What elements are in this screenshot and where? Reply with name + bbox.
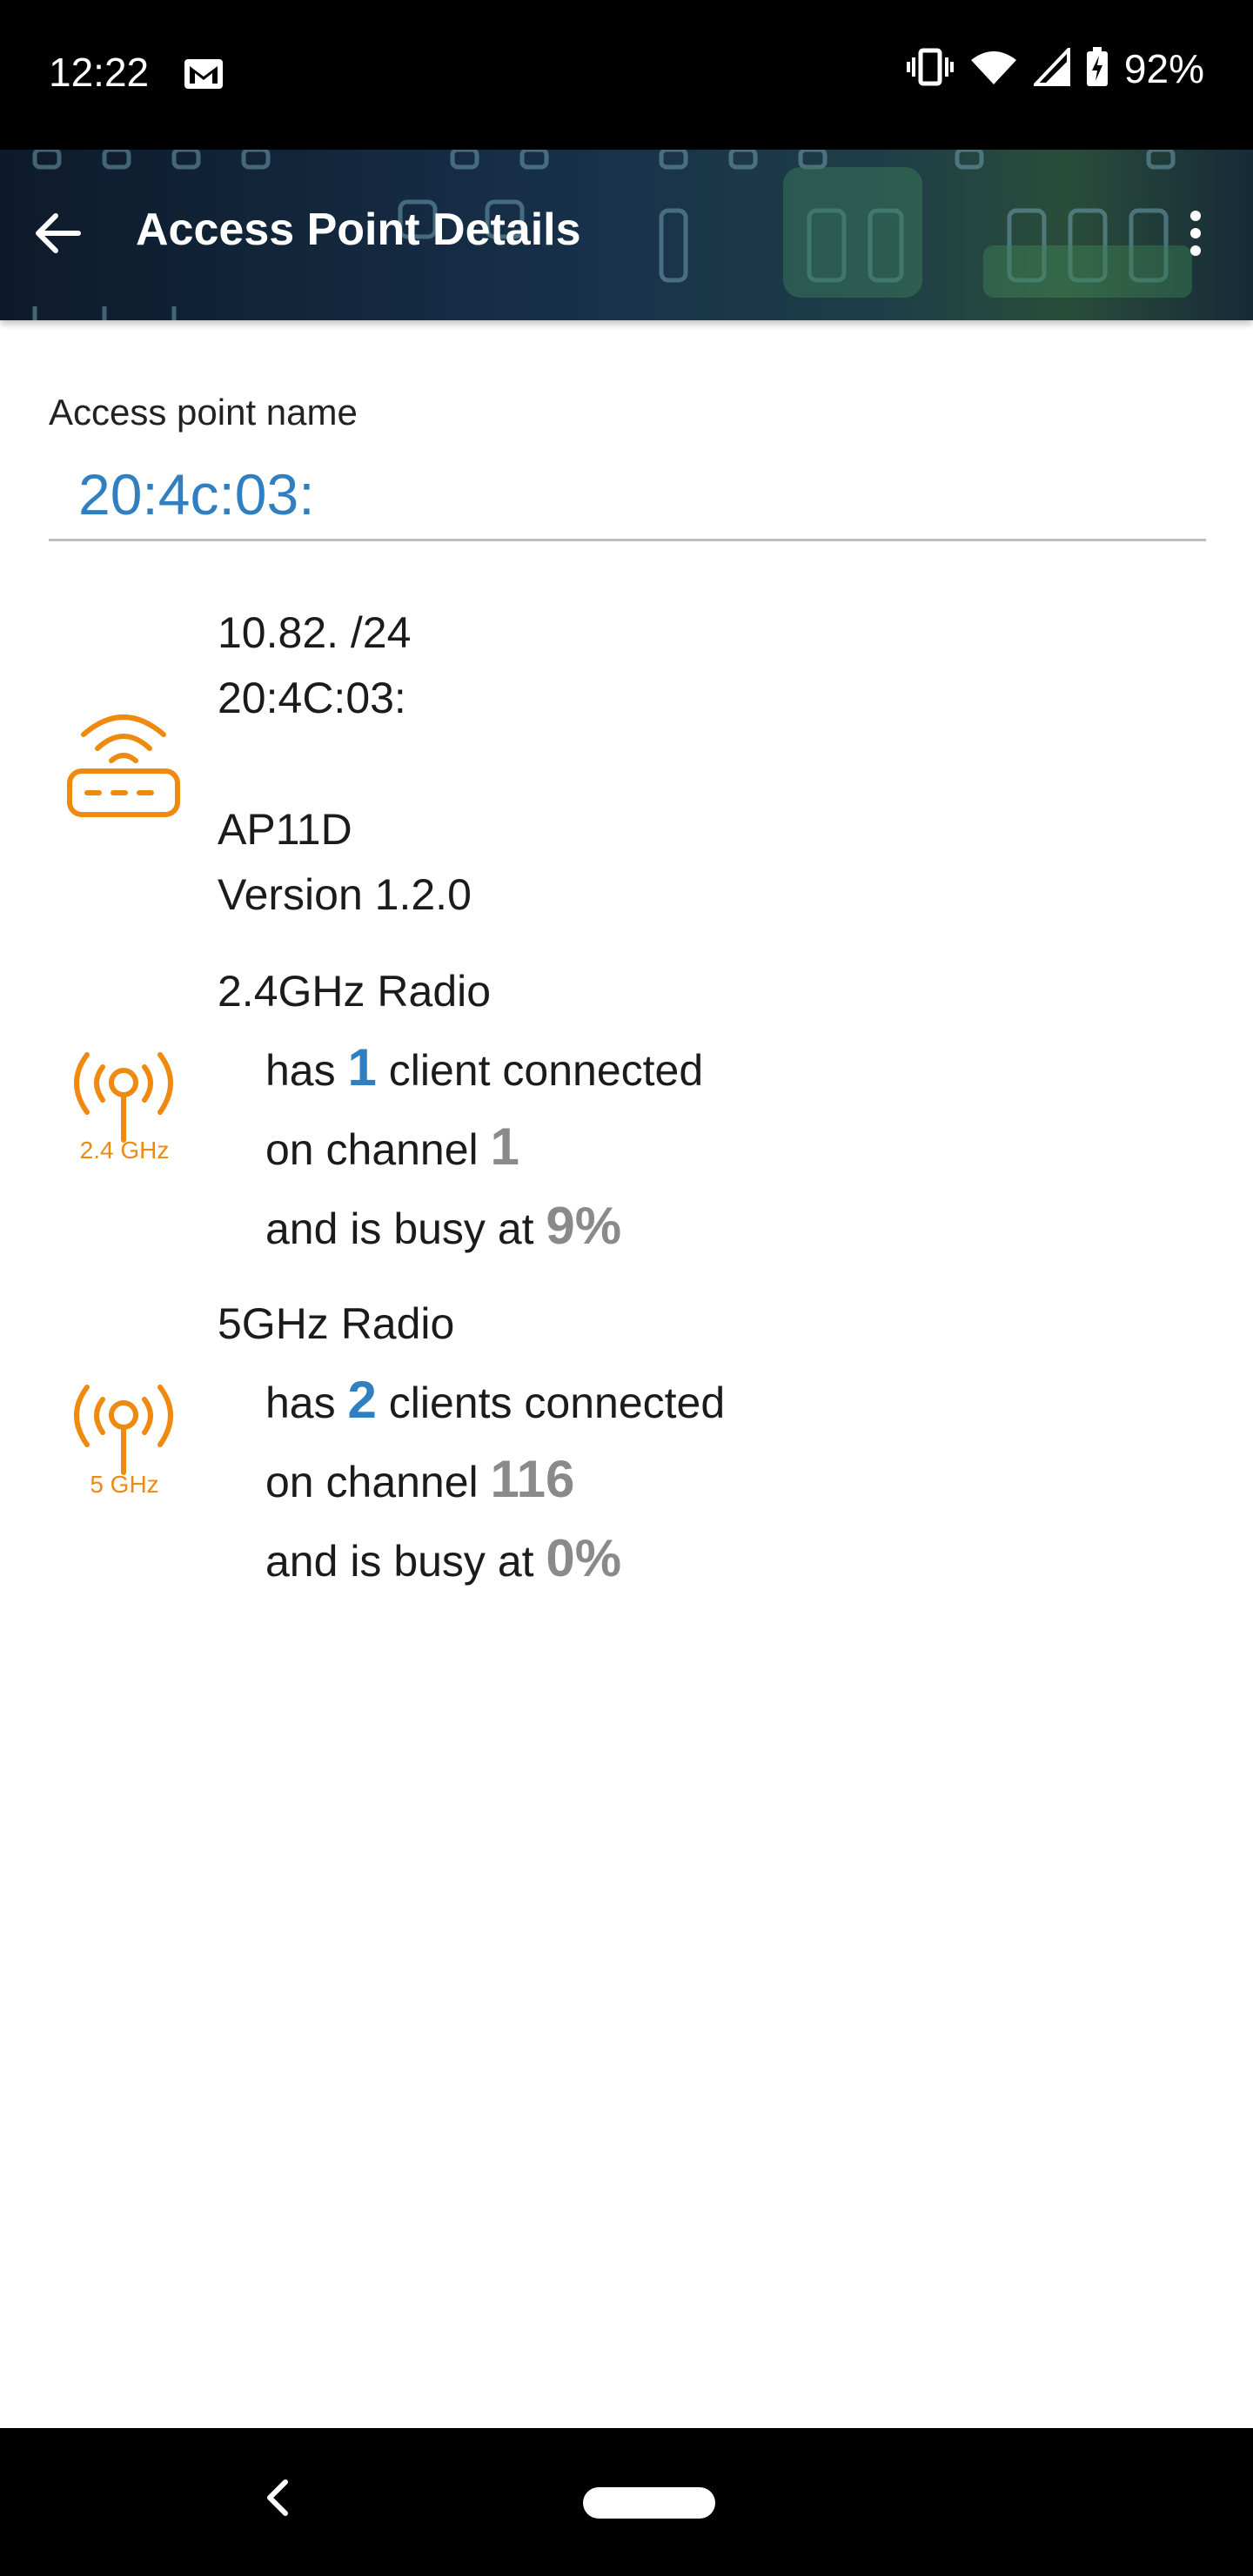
busy-percent: 9% [546,1197,622,1255]
status-time: 12:22 [49,50,150,95]
back-button[interactable] [19,195,96,272]
channel-prefix: on channel [265,1458,491,1506]
busy-prefix: and is busy at [265,1204,546,1253]
clients-suffix: client connected [376,1046,704,1095]
app-toolbar: Access Point Details [0,150,1253,320]
ap-name-underline [49,539,1206,541]
radio-busy-line: and is busy at 9% [265,1196,621,1256]
overflow-menu-button[interactable] [1154,191,1237,275]
antenna-icon [64,1375,183,1482]
radio-clients-line: has 2 clients connected [265,1370,725,1430]
nav-back-button[interactable] [244,2463,313,2532]
device-model: AP11D [218,805,352,854]
radio-channel-line: on channel 116 [265,1449,574,1509]
ap-name-input[interactable]: 20:4c:03: [78,461,315,527]
clients-prefix: has [265,1379,348,1427]
radio-channel-line: on channel 1 [265,1117,519,1177]
more-vert-icon [1190,211,1201,256]
chevron-left-icon [267,2479,288,2516]
client-count: 1 [347,1038,377,1097]
arrow-left-icon [36,213,81,253]
radio-title: 5GHz Radio [218,1299,455,1348]
clients-prefix: has [265,1046,348,1095]
device-ip: 10.82. /24 [218,608,412,657]
mail-icon [183,57,224,95]
vibrate-icon [906,47,954,91]
device-version: Version 1.2.0 [218,870,472,919]
router-icon [64,705,183,824]
antenna-icon [64,1043,183,1150]
client-count: 2 [347,1371,377,1429]
busy-prefix: and is busy at [265,1537,546,1586]
battery-percent: 92% [1123,46,1204,91]
channel-number: 1 [490,1117,519,1176]
cell-signal-icon [1031,44,1070,91]
device-mac: 20:4C:03: [218,674,406,722]
radio-band-label: 5 GHz [90,1471,159,1498]
channel-prefix: on channel [265,1125,491,1174]
radio-clients-line: has 1 client connected [265,1037,703,1097]
radio-band-label: 2.4 GHz [79,1137,170,1164]
radio-title: 2.4GHz Radio [218,967,492,1016]
wifi-icon [969,48,1018,91]
page-title: Access Point Details [136,205,581,255]
status-icons: 92% [906,44,1204,92]
ap-name-label: Access point name [49,392,358,433]
battery-charging-icon [1086,46,1109,91]
system-nav-bar [0,2428,1253,2576]
radio-busy-line: and is busy at 0% [265,1528,621,1588]
status-bar: 12:22 92% [0,0,1253,150]
channel-number: 116 [490,1450,575,1508]
busy-percent: 0% [546,1529,622,1587]
clients-suffix: clients connected [376,1379,726,1427]
nav-home-pill[interactable] [583,2487,715,2519]
